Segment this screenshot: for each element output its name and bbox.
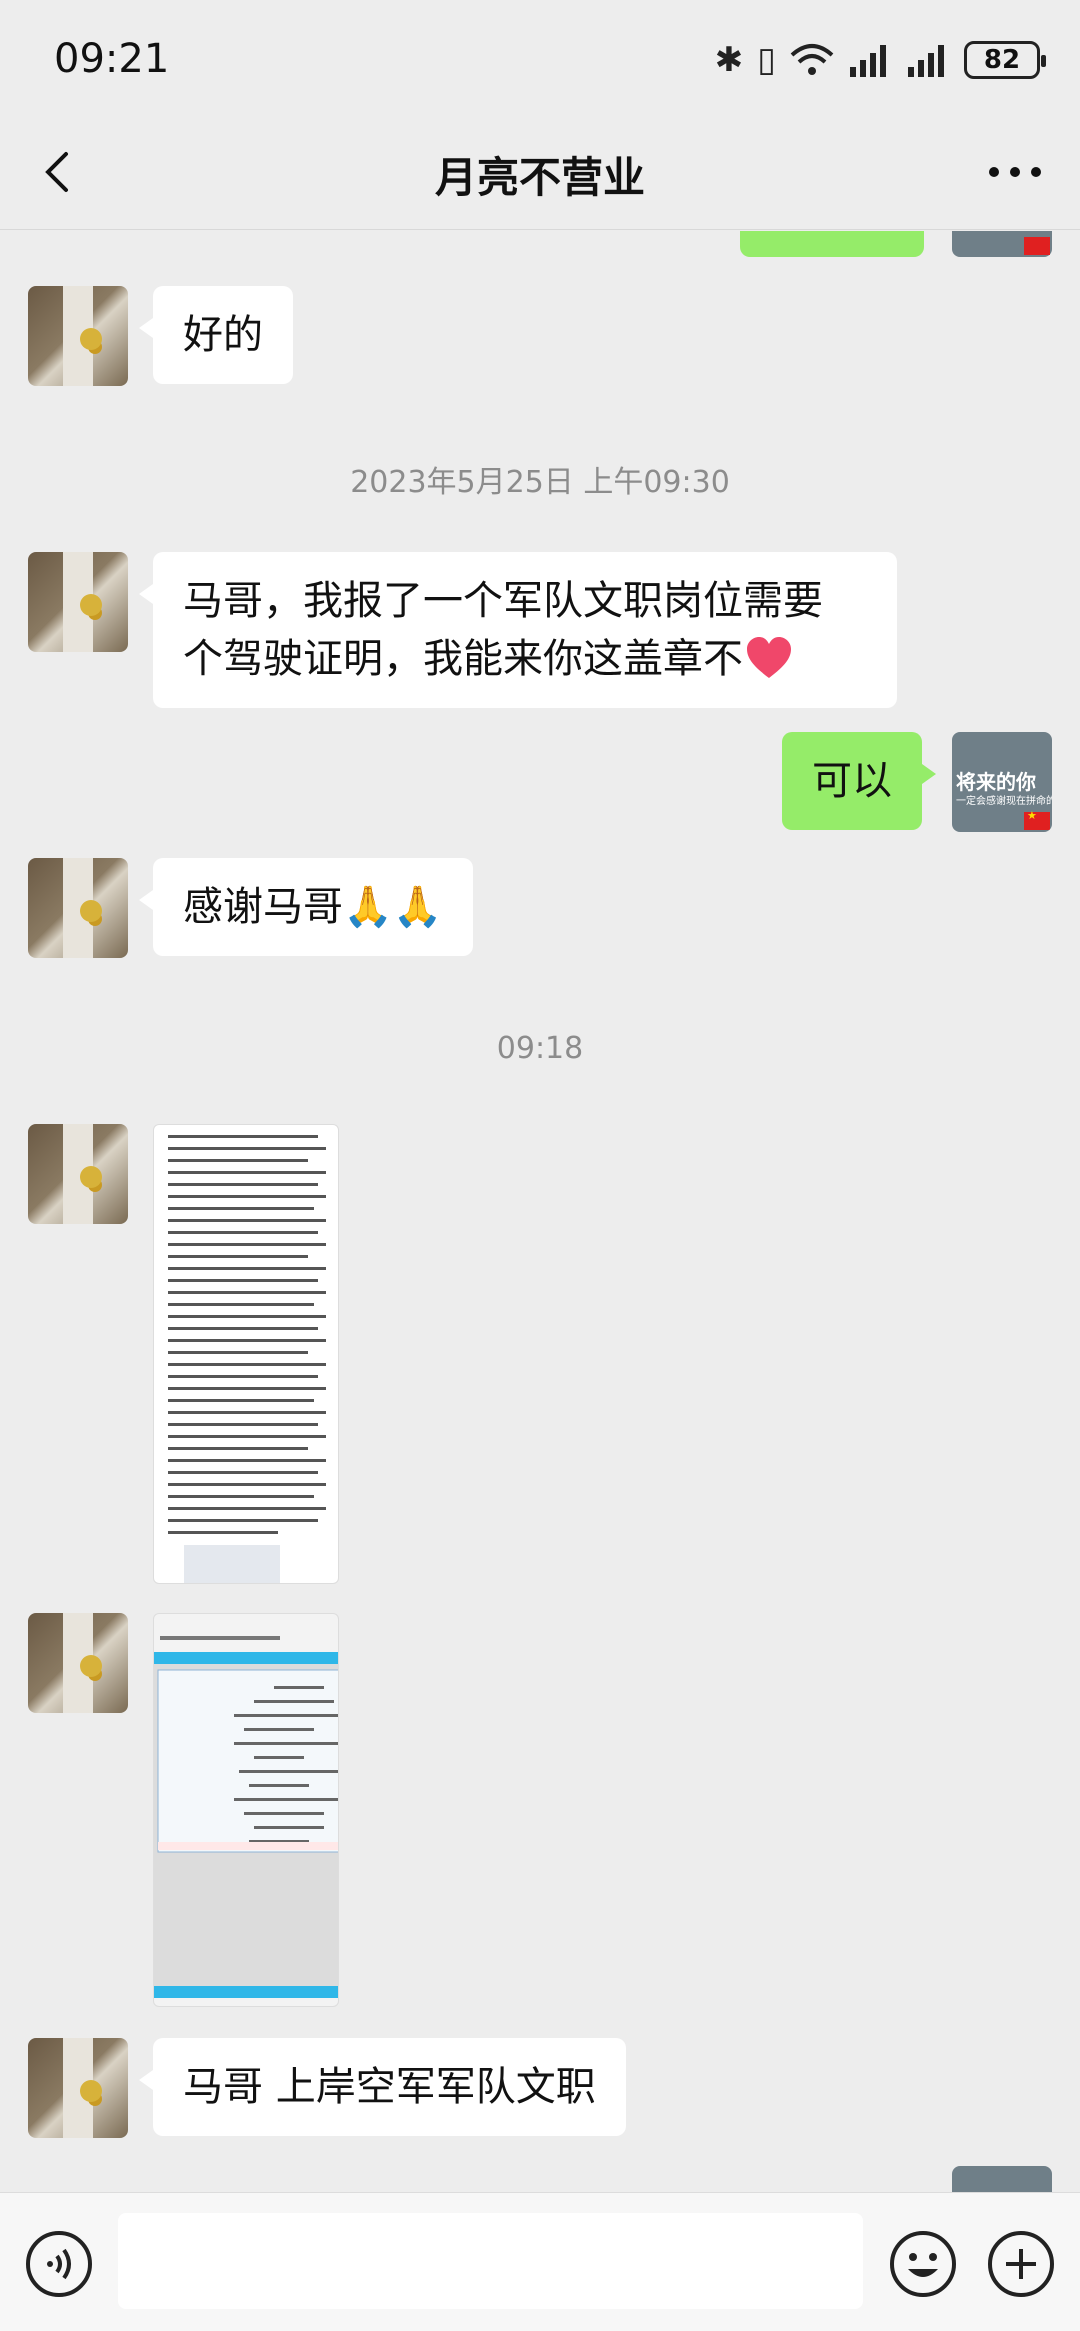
- message-bubble[interactable]: 感谢马哥🙏🙏: [139, 858, 473, 956]
- wifi-icon: [790, 44, 834, 75]
- message-bubble[interactable]: 马哥 上岸空军军队文职: [139, 2038, 626, 2136]
- message-text: 感谢马哥: [183, 884, 343, 930]
- chat-title: 月亮不营业: [434, 153, 645, 202]
- bluetooth-icon: ✱: [714, 40, 744, 80]
- pray-icon: 🙏🙏: [343, 884, 443, 930]
- avatar[interactable]: [28, 286, 128, 386]
- timestamp: 2023年5月25日 上午09:30: [350, 465, 730, 500]
- signal-icon: [908, 45, 944, 77]
- message-bubble[interactable]: 好的: [139, 286, 293, 384]
- flag-icon: [1024, 809, 1050, 830]
- avatar[interactable]: [28, 552, 128, 652]
- timestamp: 09:18: [496, 1031, 584, 1066]
- vibrate-icon: ▯: [757, 40, 776, 80]
- avatar[interactable]: [28, 1124, 128, 1224]
- message-text: 马哥，我报了一个军队文职岗位需要: [183, 578, 823, 624]
- document-image: [168, 1135, 326, 1583]
- message-text: 个驾驶证明，我能来你这盖章不: [183, 636, 743, 682]
- status-time: 09:21: [54, 36, 170, 82]
- more-icon[interactable]: [980, 142, 1050, 202]
- status-bar: 09:21 ✱ ▯ 82: [0, 0, 1080, 120]
- partial-avatar: [952, 231, 1052, 257]
- avatar[interactable]: [28, 1613, 128, 1713]
- screenshot-image: [154, 1614, 338, 2006]
- image-message[interactable]: [153, 1124, 339, 1584]
- input-bar: [0, 2192, 1080, 2331]
- message-bubble[interactable]: 马哥，我报了一个军队文职岗位需要 个驾驶证明，我能来你这盖章不: [139, 552, 897, 708]
- voice-icon[interactable]: [24, 2229, 94, 2299]
- image-message[interactable]: [153, 1613, 339, 2007]
- heart-icon: [747, 637, 791, 678]
- chat-header: 月亮不营业: [0, 120, 1080, 230]
- signal-icon: [850, 45, 886, 77]
- plus-icon[interactable]: [986, 2229, 1056, 2299]
- message-input[interactable]: [118, 2213, 863, 2309]
- avatar-subtext: 一定会感谢现在拼命的自己: [956, 796, 1052, 807]
- partial-bubble: [740, 231, 924, 257]
- avatar-text: 将来的你: [956, 770, 1036, 794]
- partial-avatar: [952, 2166, 1052, 2192]
- message-bubble[interactable]: 可以: [782, 732, 936, 830]
- avatar[interactable]: [28, 2038, 128, 2138]
- emoji-icon[interactable]: [888, 2229, 958, 2299]
- message-text: 可以: [812, 758, 892, 804]
- avatar[interactable]: [28, 858, 128, 958]
- my-avatar[interactable]: 将来的你 一定会感谢现在拼命的自己: [952, 732, 1052, 832]
- battery-indicator: 82: [964, 41, 1046, 79]
- message-text: 马哥 上岸空军军队文职: [183, 2064, 596, 2110]
- status-icons: ✱ ▯ 82: [714, 40, 1046, 80]
- message-text: 好的: [183, 312, 263, 358]
